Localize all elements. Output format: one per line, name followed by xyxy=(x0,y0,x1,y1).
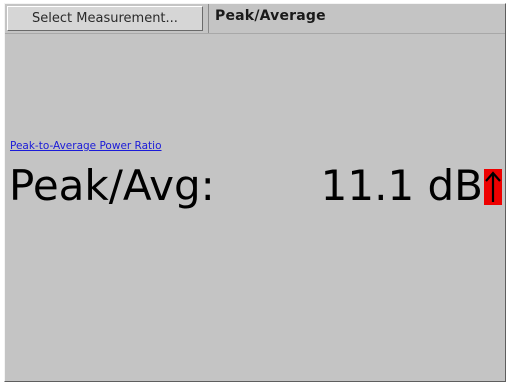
up-arrow-icon xyxy=(484,169,502,205)
measurement-window: Select Measurement... Peak/Average Peak-… xyxy=(4,3,506,382)
top-bar: Select Measurement... Peak/Average xyxy=(5,4,505,34)
select-measurement-button[interactable]: Select Measurement... xyxy=(7,6,203,31)
peak-to-average-link[interactable]: Peak-to-Average Power Ratio xyxy=(10,140,162,152)
readout-label: Peak/Avg: xyxy=(9,161,215,210)
top-bar-divider xyxy=(208,4,209,33)
top-bar-bottom-rule xyxy=(5,33,505,34)
mode-title: Peak/Average xyxy=(215,8,326,24)
readout-value: 11.1 dB xyxy=(320,161,483,210)
